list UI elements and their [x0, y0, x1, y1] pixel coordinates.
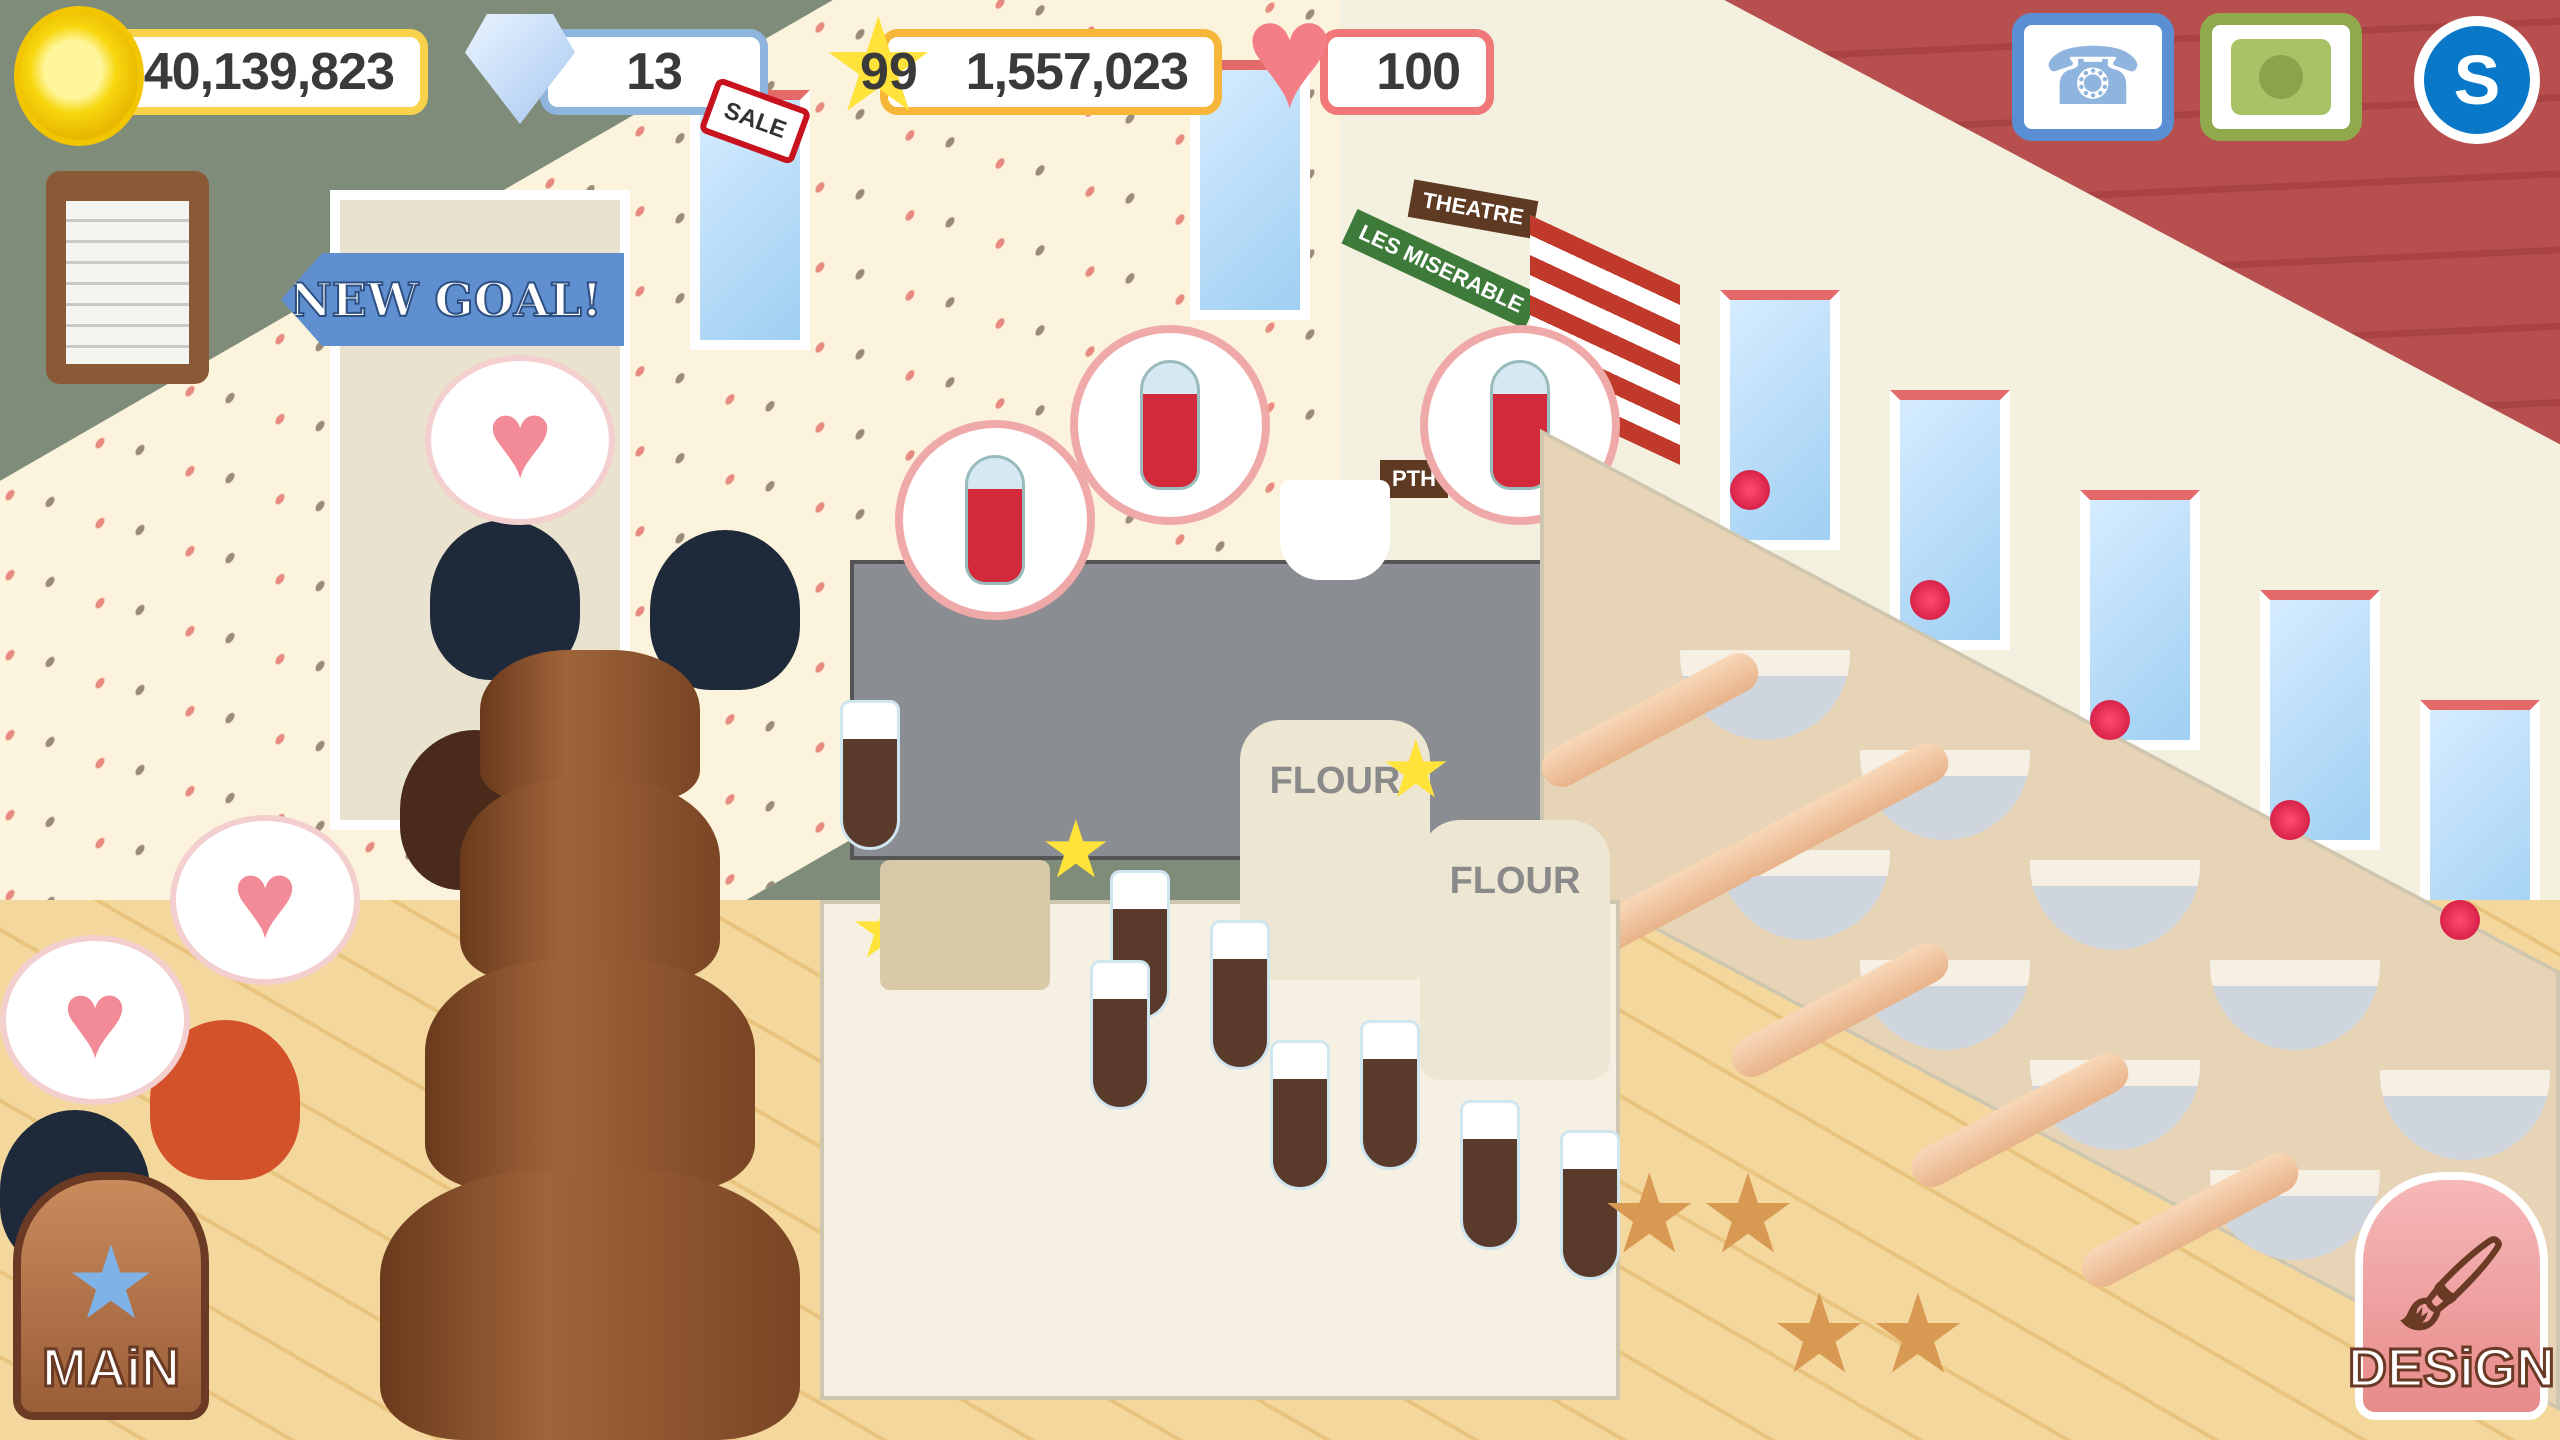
main-button[interactable]: ★ MAiN — [13, 1172, 209, 1420]
rose-decor — [2440, 900, 2480, 940]
coin-value: 40,139,823 — [143, 43, 395, 101]
flour-sack: FLOUR — [1420, 820, 1610, 1080]
social-button[interactable]: S — [2414, 16, 2540, 144]
sparkle-star-icon: ★ — [1040, 805, 1112, 894]
new-goal-banner[interactable]: NEW GOAL! — [281, 253, 624, 346]
gem-value: 13 — [626, 43, 683, 101]
lava-drink-icon — [1140, 360, 1200, 490]
heart-value: 100 — [1376, 43, 1461, 101]
window — [1720, 290, 1840, 550]
camera-button[interactable] — [2200, 13, 2362, 141]
design-label: DESiGN — [2346, 1336, 2556, 1399]
main-label: MAiN — [41, 1336, 182, 1399]
rose-decor — [2090, 700, 2130, 740]
level-value: 99 — [860, 43, 918, 101]
heart-counter: 100 — [1320, 29, 1494, 115]
paint-roller-icon: 🖌 — [2394, 1233, 2509, 1334]
restaurant-scene[interactable]: THEATRE LES MISERABLE PTH FLOUR FLOUR ★★… — [0, 0, 2560, 1440]
milkshake-glass — [1460, 1100, 1520, 1250]
camera-icon — [2231, 39, 2331, 115]
heart-thought-bubble: ♥ — [425, 355, 615, 525]
rose-decor — [2270, 800, 2310, 840]
cookie-tray: ★★ — [1600, 1153, 1798, 1276]
goals-clipboard-button[interactable] — [46, 171, 209, 384]
phone-icon: ☎ — [2043, 32, 2143, 121]
milkshake-glass — [1210, 920, 1270, 1070]
cash-register[interactable] — [880, 860, 1050, 990]
xp-value: 1,557,023 — [965, 43, 1189, 101]
sparkle-star-icon: ★ — [1380, 725, 1452, 814]
order-bubble[interactable] — [1070, 325, 1270, 525]
coin-icon — [14, 6, 144, 146]
lava-drink-icon — [965, 455, 1025, 585]
book-icon: ★ — [70, 1233, 152, 1334]
heart-icon: ♥ — [1245, 0, 1335, 139]
design-button[interactable]: 🖌 DESiGN — [2346, 1172, 2557, 1420]
heart-thought-bubble: ♥ — [0, 935, 190, 1105]
milkshake-glass — [1360, 1020, 1420, 1170]
heart-thought-bubble: ♥ — [170, 815, 360, 985]
rose-decor — [1910, 580, 1950, 620]
phone-button[interactable]: ☎ — [2012, 13, 2174, 141]
clipboard-icon — [66, 201, 189, 364]
order-bubble[interactable] — [895, 420, 1095, 620]
rose-decor — [1730, 470, 1770, 510]
milkshake-glass — [840, 700, 900, 850]
s-icon: S — [2453, 41, 2501, 119]
coffee-cup — [1280, 480, 1390, 580]
milkshake-glass — [1270, 1040, 1330, 1190]
milkshake-glass — [1090, 960, 1150, 1110]
window — [1890, 390, 2010, 650]
chocolate-fountain[interactable] — [380, 650, 800, 1440]
cookie-tray: ★★ — [1770, 1273, 1968, 1396]
